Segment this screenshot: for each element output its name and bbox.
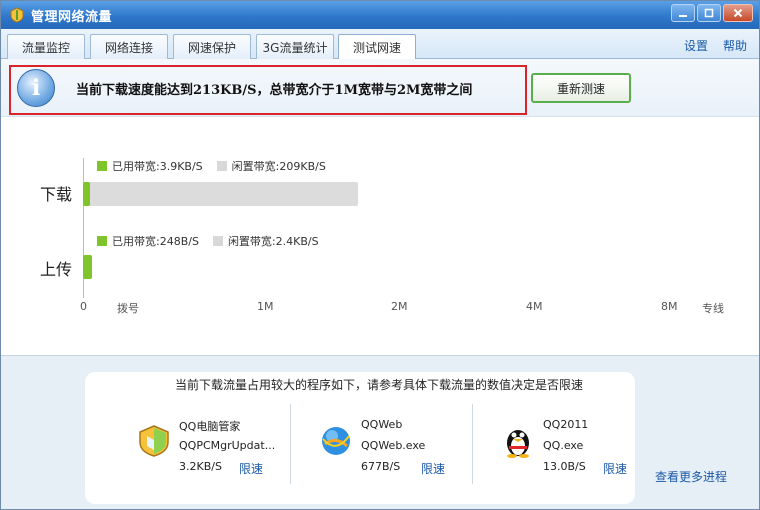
upload-legend: 已用带宽:248B/S 闲置带宽:2.4KB/S [97, 233, 319, 249]
bandwidth-chart: 已用带宽:3.9KB/S 闲置带宽:209KB/S 下载 已用带宽:248B/S… [1, 118, 759, 354]
process-name: QQ电脑管家 [179, 420, 241, 433]
app-logo-icon [9, 7, 25, 23]
limit-speed-link[interactable]: 限速 [421, 460, 445, 477]
top-processes-panel: 当前下载流量占用较大的程序如下，请参考具体下载流量的数值决定是否限速 QQ电脑管… [1, 355, 759, 509]
upload-row-label: 上传 [40, 260, 73, 279]
more-processes-link[interactable]: 查看更多进程 [655, 468, 727, 485]
process-name: QQ2011 [543, 418, 589, 431]
tab-speed-protection[interactable]: 网速保护 [173, 34, 251, 59]
idle-swatch [212, 236, 223, 246]
process-exe: QQ.exe [543, 439, 584, 452]
tab-bar: 流量监控 网络连接 网速保护 3G流量统计 测试网速 设置 帮助 [1, 29, 759, 60]
process-item: QQ电脑管家 QQPCMgrUpdat... 3.2KB/S 限速 [137, 414, 317, 484]
speed-result-text: 当前下载速度能达到213KB/S，总带宽介于1M宽带与2M宽带之间 [76, 83, 473, 98]
used-swatch [97, 236, 107, 246]
download-row-label: 下载 [40, 185, 73, 204]
upload-idle-label: 闲置带宽:2.4KB/S [227, 235, 319, 248]
shield-icon [137, 424, 171, 458]
settings-link[interactable]: 设置 [684, 37, 708, 54]
idle-swatch [216, 161, 227, 171]
close-icon [733, 8, 743, 18]
download-legend: 已用带宽:3.9KB/S 闲置带宽:209KB/S [97, 158, 326, 174]
upload-used-bar [83, 255, 92, 279]
info-icon: i [17, 69, 55, 107]
process-exe: QQWeb.exe [361, 439, 426, 452]
help-link[interactable]: 帮助 [723, 37, 747, 54]
process-item: QQ2011 QQ.exe 13.0B/S 限速 [501, 414, 681, 484]
minimize-icon [679, 15, 687, 17]
retest-button[interactable]: 重新测速 [531, 73, 631, 103]
download-idle-bar [83, 182, 358, 206]
process-exe: QQPCMgrUpdat... [179, 439, 276, 452]
penguin-icon [501, 424, 535, 458]
x-tick-label: 拨号 [117, 302, 139, 315]
process-item: QQWeb QQWeb.exe 677B/S 限速 [319, 414, 499, 484]
x-tick-label: 专线 [702, 302, 724, 315]
tab-traffic-monitor[interactable]: 流量监控 [7, 34, 85, 59]
process-speed: 677B/S [361, 460, 401, 473]
used-swatch [97, 161, 107, 171]
close-button[interactable] [723, 4, 753, 22]
process-speed: 3.2KB/S [179, 460, 222, 473]
download-used-label: 已用带宽:3.9KB/S [112, 160, 203, 173]
limit-speed-link[interactable]: 限速 [603, 460, 627, 477]
tab-speed-test[interactable]: 测试网速 [338, 34, 416, 60]
tab-network-connections[interactable]: 网络连接 [90, 34, 168, 59]
process-speed: 13.0B/S [543, 460, 586, 473]
result-banner: i 当前下载速度能达到213KB/S，总带宽介于1M宽带与2M宽带之间 重新测速 [1, 59, 759, 117]
app-window: 管理网络流量 流量监控 网络连接 网速保护 3G流量统计 测试网速 设置 帮助 … [0, 0, 760, 510]
x-tick-label: 0 [80, 300, 87, 313]
maximize-button[interactable] [697, 4, 721, 22]
upload-used-label: 已用带宽:248B/S [112, 235, 199, 248]
limit-speed-link[interactable]: 限速 [239, 460, 263, 477]
minimize-button[interactable] [671, 4, 695, 22]
x-tick-label: 8M [661, 300, 678, 313]
title-bar: 管理网络流量 [1, 1, 759, 29]
process-panel-title: 当前下载流量占用较大的程序如下，请参考具体下载流量的数值决定是否限速 [175, 378, 584, 392]
maximize-icon [704, 8, 714, 18]
tab-3g-stats[interactable]: 3G流量统计 [256, 34, 334, 59]
download-bar-track [83, 182, 723, 206]
download-used-bar [83, 182, 90, 206]
process-name: QQWeb [361, 418, 403, 431]
x-tick-label: 4M [526, 300, 543, 313]
globe-icon [319, 424, 353, 458]
upload-bar-track [83, 255, 723, 279]
x-tick-label: 2M [391, 300, 408, 313]
download-idle-label: 闲置带宽:209KB/S [231, 160, 326, 173]
x-tick-label: 1M [257, 300, 274, 313]
window-title: 管理网络流量 [31, 9, 113, 25]
